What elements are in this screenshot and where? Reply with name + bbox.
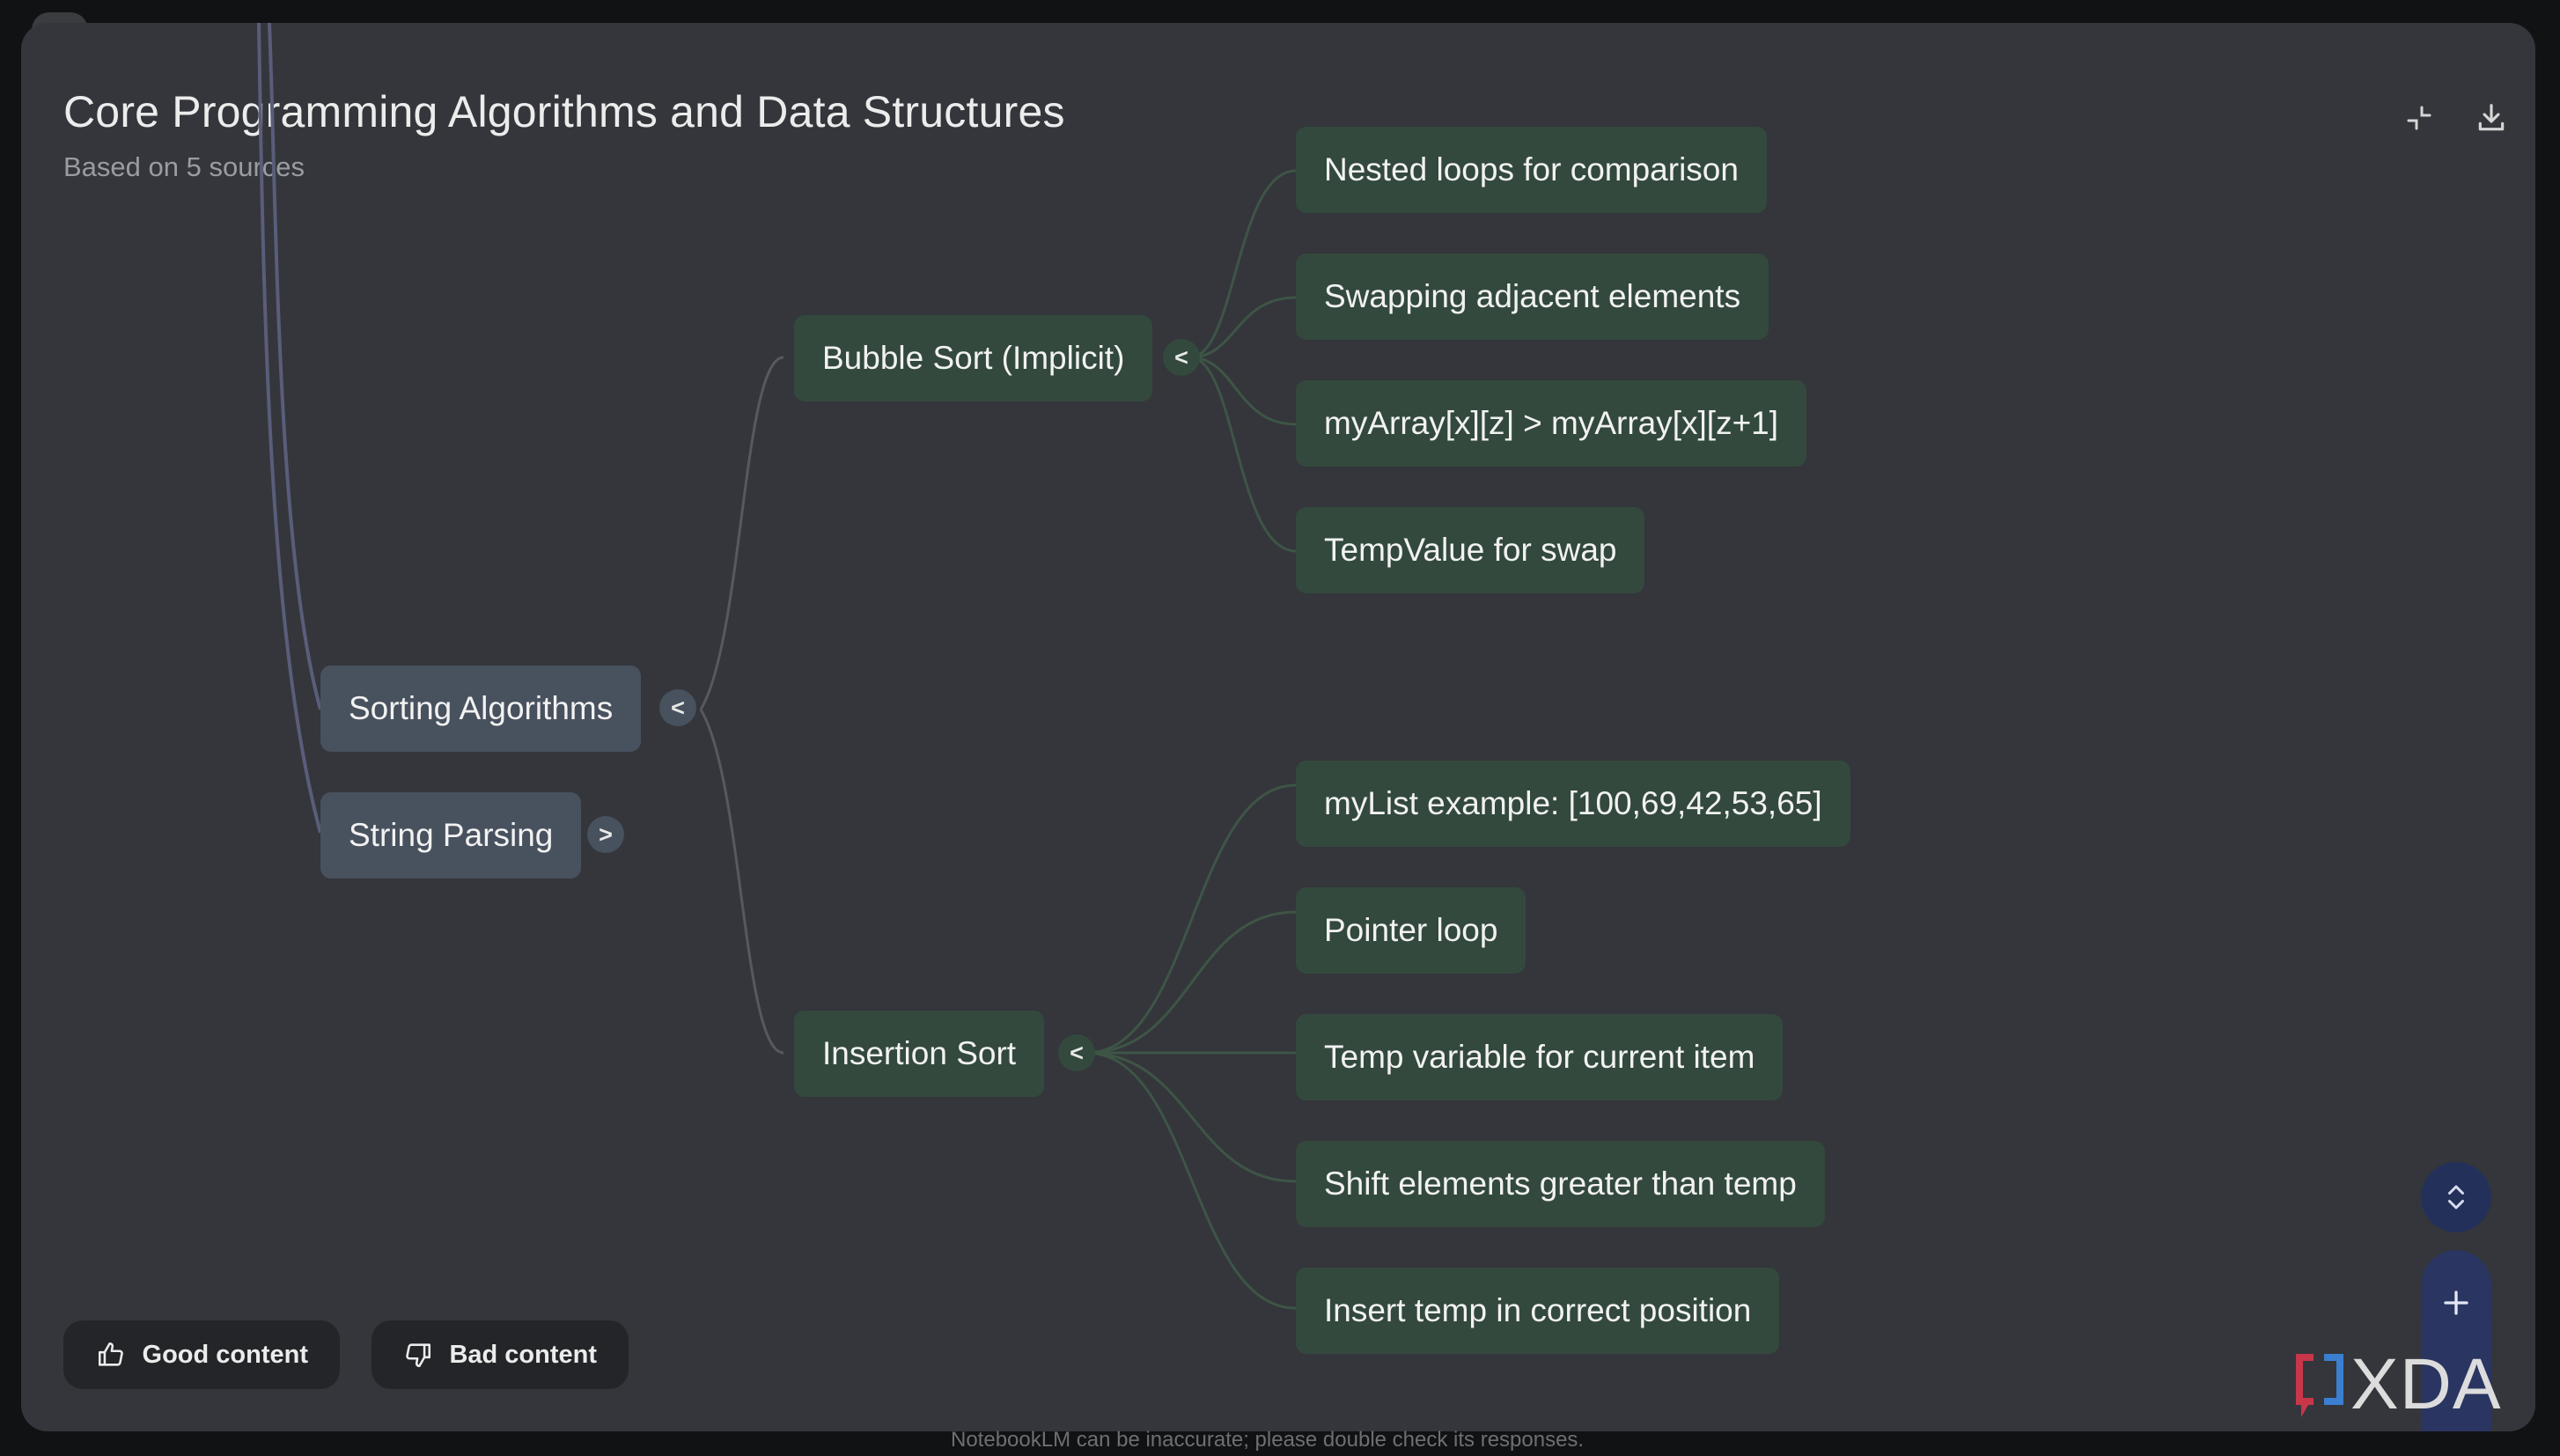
node-insert-temp[interactable]: Insert temp in correct position (1296, 1268, 1780, 1354)
node-mylist-example[interactable]: myList example: [100,69,42,53,65] (1296, 761, 1850, 847)
bad-content-label: Bad content (449, 1340, 597, 1369)
node-swapping-adjacent[interactable]: Swapping adjacent elements (1296, 254, 1769, 340)
mind-map-panel: Core Programming Algorithms and Data Str… (21, 23, 2535, 1431)
node-temp-variable[interactable]: Temp variable for current item (1296, 1014, 1784, 1100)
bad-content-button[interactable]: Bad content (371, 1320, 629, 1389)
toggle-sorting-algorithms[interactable]: < (659, 689, 696, 726)
node-insertion-sort[interactable]: Insertion Sort (794, 1011, 1045, 1097)
thumbs-up-icon (95, 1339, 127, 1371)
watermark-text: XDA (2350, 1344, 2502, 1424)
toggle-insertion-sort[interactable]: < (1058, 1034, 1095, 1071)
good-content-label: Good content (142, 1340, 308, 1369)
xda-watermark: XDA (2289, 1347, 2502, 1423)
download-button[interactable] (2470, 97, 2512, 139)
node-string-parsing[interactable]: String Parsing (320, 792, 582, 879)
node-sorting-algorithms[interactable]: Sorting Algorithms (320, 665, 642, 752)
disclaimer-text: NotebookLM can be inaccurate; please dou… (951, 1428, 1585, 1452)
thumbs-down-icon (403, 1339, 433, 1371)
node-shift-elements[interactable]: Shift elements greater than temp (1296, 1141, 1825, 1227)
collapse-icon (2407, 106, 2431, 130)
download-icon (2478, 104, 2505, 131)
xda-logo-icon (2296, 1354, 2343, 1417)
page-title: Core Programming Algorithms and Data Str… (63, 87, 1065, 136)
sources-count: Based on 5 sources (63, 151, 305, 182)
zoom-in-button[interactable] (2421, 1268, 2491, 1338)
node-array-comparison[interactable]: myArray[x][z] > myArray[x][z+1] (1296, 380, 1807, 467)
node-pointer-loop[interactable]: Pointer loop (1296, 887, 1526, 974)
node-tempvalue-swap[interactable]: TempValue for swap (1296, 507, 1645, 593)
good-content-button[interactable]: Good content (63, 1320, 340, 1389)
node-bubble-sort[interactable]: Bubble Sort (Implicit) (794, 315, 1153, 401)
expand-collapse-button[interactable] (2421, 1162, 2491, 1232)
toggle-string-parsing[interactable]: > (587, 816, 624, 853)
expand-collapse-icon (2448, 1185, 2464, 1210)
plus-icon (2444, 1291, 2468, 1315)
toggle-bubble-sort[interactable]: < (1163, 339, 1200, 376)
node-nested-loops[interactable]: Nested loops for comparison (1296, 127, 1767, 213)
collapse-button[interactable] (2398, 97, 2440, 139)
